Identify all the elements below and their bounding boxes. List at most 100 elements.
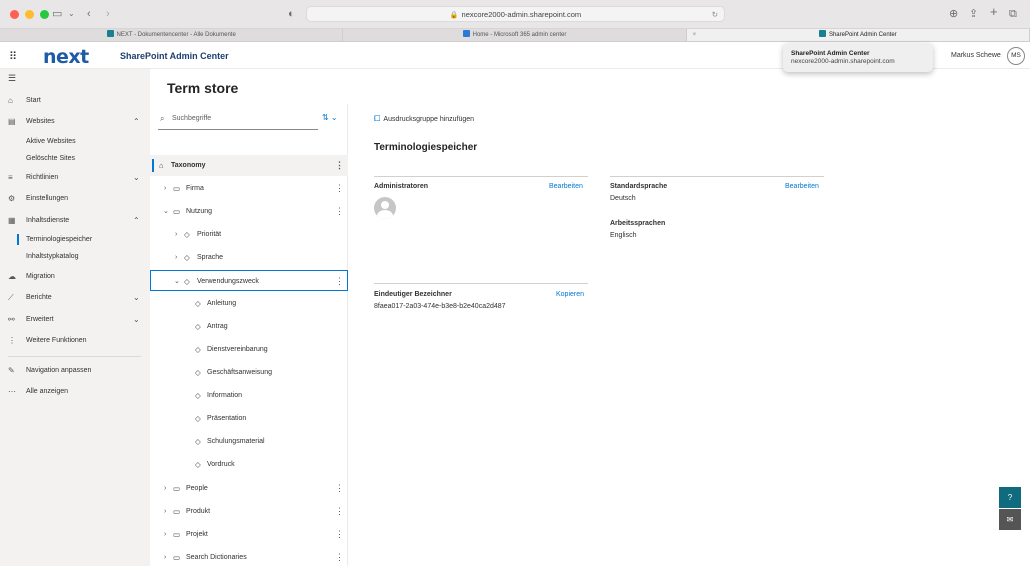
minimize-window-button[interactable] bbox=[25, 10, 34, 19]
chevron-right-icon[interactable]: › bbox=[164, 524, 166, 545]
tab-dokumentencenter[interactable]: NEXT - Dokumentencenter - Alle Dokumente bbox=[0, 29, 344, 41]
address-bar[interactable]: 🔒 nexcore2000-admin.sharepoint.com ↻ bbox=[306, 6, 725, 22]
tree-row-nutzung[interactable]: ⌄ ▭ Nutzung ⋮ bbox=[150, 201, 348, 222]
nav-navigation-anpassen[interactable]: ✎ Navigation anpassen bbox=[0, 362, 150, 380]
new-tab-icon[interactable]: + bbox=[990, 5, 998, 19]
nav-alle-anzeigen[interactable]: ⋯ Alle anzeigen bbox=[0, 383, 150, 401]
more-options-icon[interactable]: ⋮ bbox=[335, 178, 344, 199]
browser-titlebar: ▭ ⌄ ‹ › ◐ 🔒 nexcore2000-admin.sharepoint.… bbox=[0, 0, 1030, 29]
chevron-right-icon[interactable]: › bbox=[175, 247, 177, 268]
tree-row-prioritaet[interactable]: › ◇ Priorität bbox=[150, 224, 348, 245]
nav-richtlinien[interactable]: ≡ Richtlinien ⌄ bbox=[0, 169, 150, 187]
working-languages-value: Englisch bbox=[610, 232, 637, 239]
chevron-right-icon[interactable]: › bbox=[164, 501, 166, 522]
tree-row-people[interactable]: › ▭ People ⋮ bbox=[150, 478, 348, 499]
left-navigation: ☰ ⌂ Start ▤ Websites ⌃ Aktive Websites Gelö… bbox=[0, 69, 150, 566]
app-launcher-icon[interactable]: ⠿ bbox=[9, 50, 17, 63]
tree-row-dienstvereinbarung[interactable]: ◇ Dienstvereinbarung bbox=[150, 339, 348, 360]
chevron-down-icon: ⌄ bbox=[133, 173, 140, 182]
nav-websites[interactable]: ▤ Websites ⌃ bbox=[0, 113, 150, 131]
sharepoint-favicon-icon bbox=[818, 30, 826, 37]
close-window-button[interactable] bbox=[10, 10, 19, 19]
pencil-icon: ✎ bbox=[8, 366, 15, 375]
nav-divider bbox=[8, 356, 141, 357]
next-logo[interactable]: next bbox=[43, 46, 89, 68]
chevron-down-icon[interactable]: ⌄ bbox=[68, 7, 75, 21]
more-options-icon[interactable]: ⋮ bbox=[335, 524, 344, 545]
tree-row-produkt[interactable]: › ▭ Produkt ⋮ bbox=[150, 501, 348, 522]
nav-berichte[interactable]: ⟋ Berichte ⌄ bbox=[0, 289, 150, 307]
tree-row-verwendungszweck[interactable]: ⌄ ◇ Verwendungszweck ⋮ bbox=[150, 270, 348, 291]
chevron-right-icon[interactable]: › bbox=[175, 224, 177, 245]
avatar[interactable]: MS bbox=[1007, 47, 1025, 65]
tree-row-praesentation[interactable]: ◇ Präsentation bbox=[150, 408, 348, 429]
tag-icon: ◇ bbox=[195, 299, 201, 308]
back-icon[interactable]: ‹ bbox=[87, 7, 91, 21]
nav-einstellungen[interactable]: ⚙ Einstellungen bbox=[0, 190, 150, 208]
tab-m365-admin[interactable]: Home - Microsoft 365 admin center bbox=[343, 29, 687, 41]
tree-row-sprache[interactable]: › ◇ Sprache bbox=[150, 247, 348, 268]
tree-row-search-dictionaries[interactable]: › ▭ Search Dictionaries ⋮ bbox=[150, 547, 348, 566]
add-term-group-button[interactable]: ⧠ Ausdrucksgruppe hinzufügen bbox=[374, 114, 474, 124]
app-title[interactable]: SharePoint Admin Center bbox=[120, 51, 229, 61]
edit-languages-link[interactable]: Bearbeiten bbox=[785, 183, 819, 190]
nav-inhaltsdienste[interactable]: ▦ Inhaltsdienste ⌃ bbox=[0, 212, 150, 230]
working-languages-label: Arbeitssprachen bbox=[610, 220, 666, 227]
hamburger-menu-icon[interactable]: ☰ bbox=[8, 73, 16, 84]
more-options-icon[interactable]: ⋮ bbox=[335, 155, 344, 176]
more-options-icon[interactable]: ⋮ bbox=[335, 478, 344, 499]
sidebar-toggle-icon[interactable]: ▭ bbox=[52, 7, 62, 21]
tree-row-taxonomy[interactable]: ⌂ Taxonomy ⋮ bbox=[150, 155, 348, 176]
tree-row-vordruck[interactable]: ◇ Vordruck bbox=[150, 454, 348, 475]
chevron-right-icon[interactable]: › bbox=[164, 178, 166, 199]
more-options-icon[interactable]: ⋮ bbox=[335, 547, 344, 566]
filter-dropdown-icon[interactable]: ⇅ ⌄ bbox=[322, 113, 338, 122]
tree-row-antrag[interactable]: ◇ Antrag bbox=[150, 316, 348, 337]
nav-erweitert[interactable]: ⚯ Erweitert ⌄ bbox=[0, 311, 150, 329]
help-button[interactable]: ? bbox=[999, 487, 1021, 508]
tag-icon: ◇ bbox=[195, 368, 201, 377]
copy-id-link[interactable]: Kopieren bbox=[556, 291, 584, 298]
share-icon[interactable]: ⇪ bbox=[969, 7, 978, 21]
admin-avatar[interactable] bbox=[374, 197, 396, 219]
nav-aktive-websites[interactable]: Aktive Websites bbox=[0, 133, 150, 151]
nav-weitere-funktionen[interactable]: ⋮ Weitere Funktionen bbox=[0, 332, 150, 350]
chart-icon: ⟋ bbox=[8, 293, 14, 302]
feedback-button[interactable]: ✉ bbox=[999, 509, 1021, 530]
more-options-icon[interactable]: ⋮ bbox=[335, 201, 344, 222]
nav-geloeschte-sites[interactable]: Gelöschte Sites bbox=[0, 150, 150, 168]
tab-overview-icon[interactable]: ⧉ bbox=[1009, 7, 1017, 21]
zoom-window-button[interactable] bbox=[40, 10, 49, 19]
chevron-down-icon[interactable]: ⌄ bbox=[174, 271, 180, 292]
popup-title: SharePoint Admin Center bbox=[791, 50, 870, 57]
nav-start[interactable]: ⌂ Start bbox=[0, 92, 150, 110]
edit-admins-link[interactable]: Bearbeiten bbox=[549, 183, 583, 190]
tree-row-anleitung[interactable]: ◇ Anleitung bbox=[150, 293, 348, 314]
nav-inhaltstypkatalog[interactable]: Inhaltstypkatalog bbox=[0, 248, 150, 266]
tree-row-geschaeftsanweisung[interactable]: ◇ Geschäftsanweisung bbox=[150, 362, 348, 383]
chevron-right-icon[interactable]: › bbox=[164, 547, 166, 566]
tree-row-firma[interactable]: › ▭ Firma ⋮ bbox=[150, 178, 348, 199]
tree-row-information[interactable]: ◇ Information bbox=[150, 385, 348, 406]
chevron-down-icon[interactable]: ⌄ bbox=[163, 201, 169, 222]
search-input[interactable]: ⌕ Suchbegriffe bbox=[158, 112, 318, 130]
close-tab-icon[interactable]: × bbox=[693, 29, 697, 41]
tag-icon: ◇ bbox=[195, 345, 201, 354]
forward-icon[interactable]: › bbox=[106, 7, 110, 21]
download-icon[interactable]: ⊕ bbox=[949, 7, 958, 21]
chevron-right-icon[interactable]: › bbox=[164, 478, 166, 499]
privacy-shield-icon[interactable]: ◐ bbox=[288, 7, 295, 21]
tab-sharepoint-admin[interactable]: × SharePoint Admin Center bbox=[686, 29, 1030, 41]
connector-icon: ⚯ bbox=[8, 315, 15, 324]
home-icon: ⌂ bbox=[159, 161, 164, 170]
divider bbox=[610, 176, 824, 177]
more-options-icon[interactable]: ⋮ bbox=[335, 271, 344, 292]
more-options-icon[interactable]: ⋮ bbox=[335, 501, 344, 522]
person-body bbox=[377, 210, 393, 219]
reload-icon[interactable]: ↻ bbox=[712, 7, 718, 22]
tree-row-schulungsmaterial[interactable]: ◇ Schulungsmaterial bbox=[150, 431, 348, 452]
nav-migration[interactable]: ☁ Migration bbox=[0, 268, 150, 286]
tree-row-projekt[interactable]: › ▭ Projekt ⋮ bbox=[150, 524, 348, 545]
sharepoint-favicon-icon bbox=[106, 30, 114, 37]
nav-terminologiespeicher[interactable]: Terminologiespeicher bbox=[0, 231, 150, 249]
